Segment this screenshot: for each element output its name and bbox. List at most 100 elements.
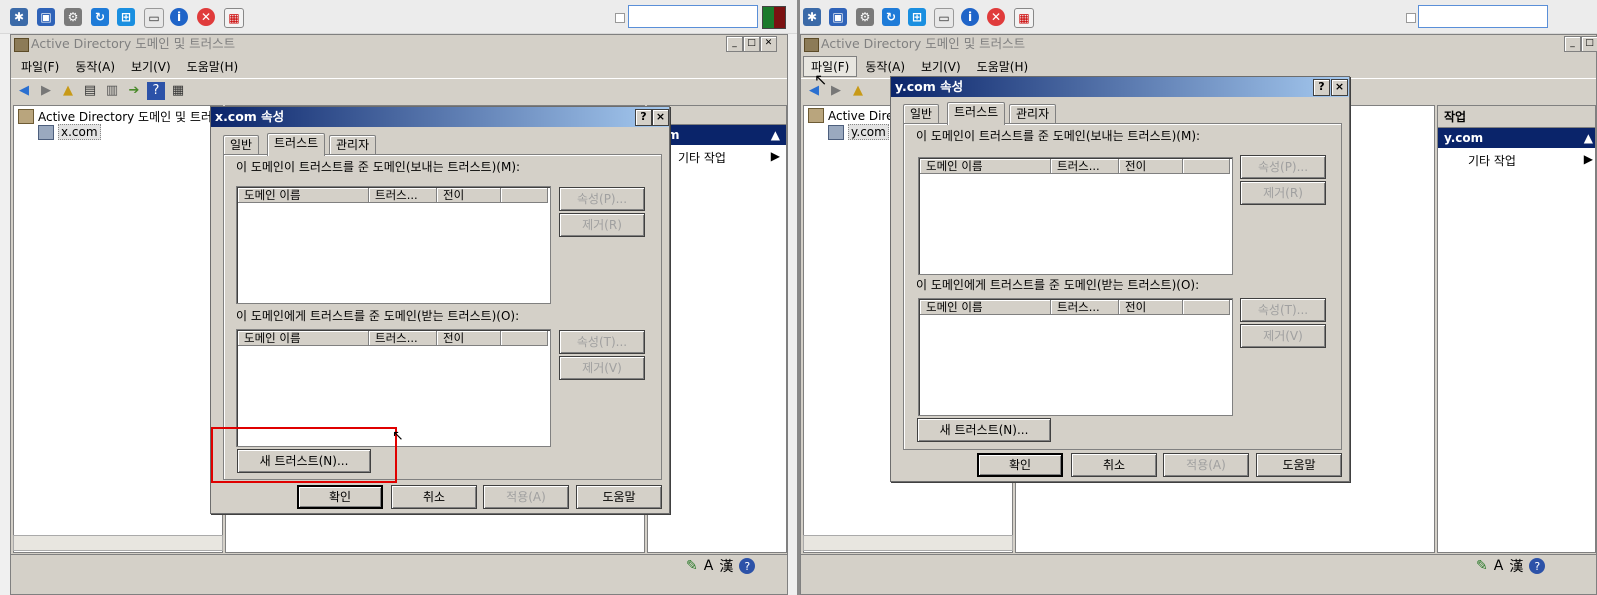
menu-view[interactable]: 보기(V) [123,58,179,75]
column-domain-name[interactable]: 도메인 이름 [238,188,369,203]
up-folder-icon[interactable]: ▲ [849,82,867,100]
properties-icon[interactable]: ▥ [103,82,121,100]
calendar-icon[interactable]: ▦ [224,8,244,28]
outgoing-trusts-list[interactable]: 도메인 이름 트러스... 전이 [236,186,551,304]
incoming-remove-button[interactable]: 제거(V) [559,356,645,380]
maximize-button[interactable]: □ [1581,36,1597,52]
help-icon[interactable]: ? [147,81,165,100]
minimize-button[interactable]: _ [1564,36,1581,52]
tab-trusts[interactable]: 트러스트 [947,102,1006,125]
refresh-icon[interactable]: ↻ [882,8,900,26]
export-icon[interactable]: ➔ [125,82,143,100]
info-icon[interactable]: i [170,8,188,26]
column-trust-type[interactable]: 트러스... [1051,300,1119,315]
column-transitive[interactable]: 전이 [437,188,501,203]
help-tray-icon[interactable]: ? [739,558,756,574]
tab-trusts[interactable]: 트러스트 [267,133,326,156]
view-pane-icon[interactable]: ▦ [169,82,187,100]
column-domain-name[interactable]: 도메인 이름 [238,331,369,346]
back-arrow-icon[interactable]: ◀ [15,82,33,100]
ime-hanja[interactable]: 漢 [719,556,733,576]
search-input[interactable] [1418,5,1548,28]
gear-icon[interactable]: ⚙ [856,8,874,26]
console-tree-icon[interactable]: ▤ [81,82,99,100]
outgoing-remove-button[interactable]: 제거(R) [1240,181,1326,205]
menu-action[interactable]: 동작(A) [857,58,913,75]
ime-alpha[interactable]: A [1494,558,1504,574]
outgoing-trusts-list[interactable]: 도메인 이름 트러스... 전이 [918,157,1233,275]
ime-alpha[interactable]: A [704,558,714,574]
apply-button[interactable]: 적용(A) [483,485,569,509]
column-domain-name[interactable]: 도메인 이름 [920,300,1051,315]
menu-action[interactable]: 동작(A) [67,58,123,75]
column-trust-type[interactable]: 트러스... [369,331,437,346]
ok-button[interactable]: 확인 [297,485,383,509]
help-button[interactable]: 도움말 [576,485,662,509]
document-icon[interactable]: ▭ [144,8,164,28]
actions-domain-item[interactable]: y.com ▲ [1438,128,1595,148]
outgoing-properties-button[interactable]: 속성(P)... [1240,155,1326,179]
horizontal-scrollbar[interactable] [803,535,1013,551]
refresh-icon[interactable]: ↻ [91,8,109,26]
dialog-close-button[interactable]: × [1331,79,1348,96]
network-icon[interactable]: ✱ [803,8,821,26]
actions-more[interactable]: 기타 작업 ▶ [1438,148,1595,173]
column-trust-type[interactable]: 트러스... [369,188,437,203]
screen-icon[interactable]: ▣ [37,8,55,26]
help-tray-icon[interactable]: ? [1529,558,1546,574]
dialog-help-button[interactable]: ? [635,109,652,126]
tree-item-domain[interactable]: y.com [848,124,889,140]
ime-icon[interactable]: ✎ [686,558,698,574]
tab-general[interactable]: 일반 [903,104,940,125]
tab-managed-by[interactable]: 관리자 [329,135,377,156]
close-icon[interactable]: ✕ [987,8,1005,26]
forward-arrow-icon[interactable]: ▶ [827,82,845,100]
windows-icon[interactable]: ⊞ [908,8,926,26]
ime-hanja[interactable]: 漢 [1509,556,1523,576]
close-icon[interactable]: ✕ [197,8,215,26]
menu-help[interactable]: 도움말(H) [969,58,1037,75]
menu-view[interactable]: 보기(V) [913,58,969,75]
dialog-close-button[interactable]: × [652,109,669,126]
menu-file[interactable]: 파일(F) [13,58,67,75]
tree-root[interactable]: Active Directory 도메인 및 트러스 [38,108,223,125]
column-trust-type[interactable]: 트러스... [1051,159,1119,174]
column-domain-name[interactable]: 도메인 이름 [920,159,1051,174]
incoming-remove-button[interactable]: 제거(V) [1240,324,1326,348]
column-transitive[interactable]: 전이 [1119,159,1183,174]
tab-general[interactable]: 일반 [223,135,260,156]
help-button[interactable]: 도움말 [1256,453,1342,477]
windows-icon[interactable]: ⊞ [117,8,135,26]
info-icon[interactable]: i [961,8,979,26]
menu-help[interactable]: 도움말(H) [179,58,247,75]
menu-file[interactable]: 파일(F) [803,55,858,77]
document-icon[interactable]: ▭ [934,8,954,28]
screen-icon[interactable]: ▣ [829,8,847,26]
tab-managed-by[interactable]: 관리자 [1009,104,1057,125]
cancel-button[interactable]: 취소 [1071,453,1157,477]
outgoing-remove-button[interactable]: 제거(R) [559,213,645,237]
horizontal-scrollbar[interactable] [13,535,223,551]
new-trust-button[interactable]: 새 트러스트(N)... [917,418,1051,442]
column-transitive[interactable]: 전이 [437,331,501,346]
column-transitive[interactable]: 전이 [1119,300,1183,315]
calendar-icon[interactable]: ▦ [1014,8,1034,28]
close-window-button[interactable]: ✕ [760,36,777,52]
incoming-trusts-list[interactable]: 도메인 이름 트러스... 전이 [918,298,1233,416]
network-icon[interactable]: ✱ [10,8,28,26]
up-folder-icon[interactable]: ▲ [59,82,77,100]
minimize-button[interactable]: _ [726,36,743,52]
dialog-help-button[interactable]: ? [1313,79,1330,96]
incoming-properties-button[interactable]: 속성(T)... [559,330,645,354]
search-input[interactable] [628,5,758,28]
maximize-button[interactable]: □ [743,36,760,52]
gear-icon[interactable]: ⚙ [64,8,82,26]
color-swatch-icon[interactable] [762,6,786,29]
outgoing-properties-button[interactable]: 속성(P)... [559,187,645,211]
incoming-properties-button[interactable]: 속성(T)... [1240,298,1326,322]
cancel-button[interactable]: 취소 [391,485,477,509]
apply-button[interactable]: 적용(A) [1163,453,1249,477]
tree-item-domain[interactable]: x.com [58,124,101,140]
forward-arrow-icon[interactable]: ▶ [37,82,55,100]
ime-icon[interactable]: ✎ [1476,558,1488,574]
